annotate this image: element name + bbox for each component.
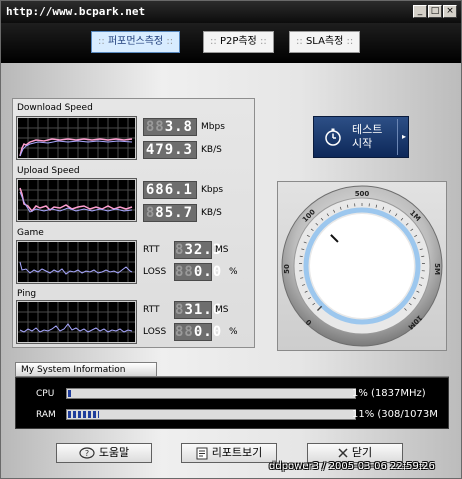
report-button[interactable]: 리포트보기 [181, 443, 277, 463]
ram-usage-bar [66, 409, 356, 420]
ram-label: RAM [36, 410, 56, 420]
gauge-tick-label: 500 [355, 190, 370, 198]
game-rtt-unit: MS [215, 245, 229, 255]
speed-gauge: 0501005001M5M10M [281, 185, 443, 347]
gauge-tick-label: 50 [283, 264, 291, 274]
cpu-value: 1% (1837MHz) [352, 388, 426, 399]
help-button[interactable]: ? 도움말 [56, 443, 152, 463]
ram-usage-fill [68, 411, 100, 418]
minimize-button[interactable]: _ [413, 5, 427, 18]
start-test-label: 테스트 시작 [352, 123, 383, 150]
game-loss-label: LOSS [143, 267, 167, 277]
stopwatch-icon [325, 128, 341, 146]
tab-p2p[interactable]: :: P2P측정 :: [203, 31, 274, 53]
download-graph-plot [18, 118, 135, 158]
tab-performance[interactable]: :: 퍼포먼스측정 :: [91, 31, 181, 53]
gauge-face [310, 214, 414, 318]
system-info-panel: CPU 1% (1837MHz) RAM 11% (308/1073M [15, 377, 449, 429]
game-graph-plot [18, 242, 135, 282]
download-graph [16, 116, 137, 160]
ping-label: Ping [17, 289, 37, 299]
tab-sla[interactable]: :: SLA측정 :: [289, 31, 361, 53]
tab-performance-label: 퍼포먼스측정 [107, 36, 164, 47]
report-button-label: 리포트보기 [211, 446, 263, 459]
tab-p2p-label: P2P측정 [219, 36, 257, 47]
download-mbps-display: 883.8 [143, 118, 197, 136]
ram-value: 11% (308/1073M [352, 409, 438, 420]
watermark-credit: ddpower3 / 2005-03-06 22:59:26 [269, 461, 435, 472]
close-button[interactable]: 닫기 [307, 443, 403, 463]
game-rtt-display: 832.3 [174, 241, 223, 259]
window-title: http://www.bcpark.net [6, 5, 146, 18]
tab-bar: :: 퍼포먼스측정 :: :: P2P측정 :: :: SLA측정 :: [1, 23, 461, 63]
download-kbs-unit: KB/S [201, 145, 222, 155]
cpu-label: CPU [36, 389, 55, 399]
game-loss-unit: % [229, 267, 238, 277]
cpu-usage-bar [66, 388, 356, 399]
cpu-usage-fill [68, 390, 71, 397]
dropdown-arrow-icon[interactable]: ▸ [402, 132, 406, 141]
game-rtt-label: RTT [143, 245, 160, 255]
close-window-button[interactable]: × [443, 5, 457, 18]
upload-kbps-display: 686.1 [143, 181, 197, 199]
close-x-icon [338, 448, 348, 458]
ping-loss-unit: % [229, 327, 238, 337]
ping-loss-label: LOSS [143, 327, 167, 337]
button-divider [397, 119, 398, 155]
upload-graph-plot [18, 180, 135, 220]
game-label: Game [17, 228, 44, 238]
ping-loss-display: 880.0 [174, 323, 223, 341]
gauge-tick-label: 5M [433, 263, 441, 275]
upload-kbs-unit: KB/S [201, 208, 222, 218]
ping-rtt-display: 831.6 [174, 301, 223, 319]
app-window: http://www.bcpark.net _ □ × :: 퍼포먼스측정 ::… [0, 0, 462, 479]
svg-text:?: ? [85, 449, 89, 458]
help-button-label: 도움말 [98, 446, 130, 459]
ping-rtt-label: RTT [143, 305, 160, 315]
game-graph [16, 240, 137, 284]
speed-gauge-frame: 0 50 100 500 1M 5M 10M [277, 181, 447, 351]
game-loss-display: 880.0 [174, 263, 223, 281]
download-label: Download Speed [17, 103, 93, 113]
download-kbs-display: 479.3 [143, 141, 197, 159]
window-controls: _ □ × [413, 5, 457, 18]
title-bar[interactable]: http://www.bcpark.net _ □ × [1, 1, 461, 23]
ping-graph-plot [18, 302, 135, 342]
maximize-button[interactable]: □ [428, 5, 442, 18]
tab-sla-label: SLA측정 [305, 36, 344, 47]
ping-rtt-unit: MS [215, 305, 229, 315]
help-bubble-icon: ? [79, 447, 95, 459]
ping-graph [16, 300, 137, 344]
upload-label: Upload Speed [17, 166, 80, 176]
upload-graph [16, 178, 137, 222]
upload-kbps-unit: Kbps [201, 185, 224, 195]
report-document-icon [196, 447, 208, 459]
download-mbps-unit: Mbps [201, 122, 225, 132]
start-test-button[interactable]: 테스트 시작 ▸ [313, 116, 409, 158]
close-button-label: 닫기 [351, 446, 373, 459]
upload-kbs-display: 885.7 [143, 204, 197, 222]
